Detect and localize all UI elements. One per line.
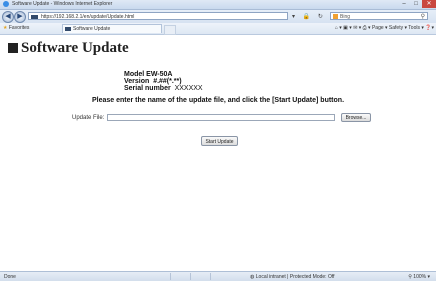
site-favicon-icon: [31, 15, 38, 19]
new-tab-button[interactable]: [164, 25, 176, 35]
search-input[interactable]: Bing ⚲: [330, 12, 428, 20]
zoom-icon: ⚲: [408, 274, 412, 280]
favorites-button[interactable]: ★ Favorites: [3, 25, 29, 31]
instruction-text: Please enter the name of the update file…: [91, 97, 345, 104]
update-file-label: Update File:: [72, 115, 105, 121]
zoom-control[interactable]: ⚲ 100% ▾: [408, 274, 430, 280]
window-title: Software Update - Windows Internet Explo…: [12, 1, 113, 7]
update-file-input[interactable]: [107, 114, 335, 121]
security-zone-text: Local intranet | Protected Mode: Off: [255, 274, 335, 280]
security-zone[interactable]: ◍ Local intranet | Protected Mode: Off: [250, 274, 335, 280]
serial-value: XXXXXX: [174, 85, 203, 92]
window-titlebar: Software Update - Windows Internet Explo…: [0, 0, 436, 10]
address-input[interactable]: https://192.168.2.1/en/update/Update.htm…: [28, 12, 288, 20]
tab-software-update[interactable]: Software Update: [62, 24, 162, 33]
page-title-text: Software Update: [21, 40, 129, 56]
device-info: Model EW-50A Version #.##(*.**) Serial n…: [124, 71, 203, 92]
tab-label: Software Update: [73, 26, 111, 32]
command-bar[interactable]: ⌂ ▾ ▣ ▾ ✉ ▾ ⎙ ▾ Page ▾ Safety ▾ Tools ▾ …: [335, 25, 434, 31]
start-update-button[interactable]: Start Update: [201, 136, 238, 146]
status-divider: [190, 273, 191, 280]
page-title: Software Update: [8, 40, 129, 56]
model-label: Model EW-50A: [124, 71, 173, 78]
globe-icon: ◍: [250, 274, 255, 280]
status-done: Done: [4, 274, 16, 280]
title-square-icon: [8, 43, 18, 53]
maximize-button[interactable]: □: [410, 0, 422, 8]
back-arrow-icon[interactable]: ◀: [2, 11, 14, 23]
status-divider: [170, 273, 171, 280]
version-label: Version: [124, 78, 150, 85]
zoom-level: 100%: [413, 274, 427, 280]
address-url: https://192.168.2.1/en/update/Update.htm…: [41, 14, 135, 20]
magnifier-icon[interactable]: ⚲: [421, 13, 425, 21]
close-button[interactable]: ✕: [422, 0, 436, 8]
forward-arrow-icon[interactable]: ▶: [14, 11, 26, 23]
version-value: #.##(*.**): [153, 78, 182, 85]
search-text: Bing: [340, 14, 351, 20]
bing-logo-icon: [333, 14, 338, 20]
page-content: Software Update Model EW-50A Version #.#…: [0, 35, 436, 271]
tab-toolbar: ★ Favorites Software Update ⌂ ▾ ▣ ▾ ✉ ▾ …: [0, 23, 436, 35]
serial-label: Serial number: [124, 85, 171, 92]
star-icon: ★: [3, 25, 8, 31]
favorites-label: Favorites: [8, 25, 30, 31]
minimize-button[interactable]: –: [398, 0, 410, 8]
address-toolbar: ◀ ▶ https://192.168.2.1/en/update/Update…: [0, 10, 436, 23]
ie-logo-icon: [3, 1, 9, 7]
browse-button[interactable]: Browse...: [341, 113, 371, 122]
status-divider: [210, 273, 211, 280]
tab-favicon-icon: [65, 27, 71, 31]
